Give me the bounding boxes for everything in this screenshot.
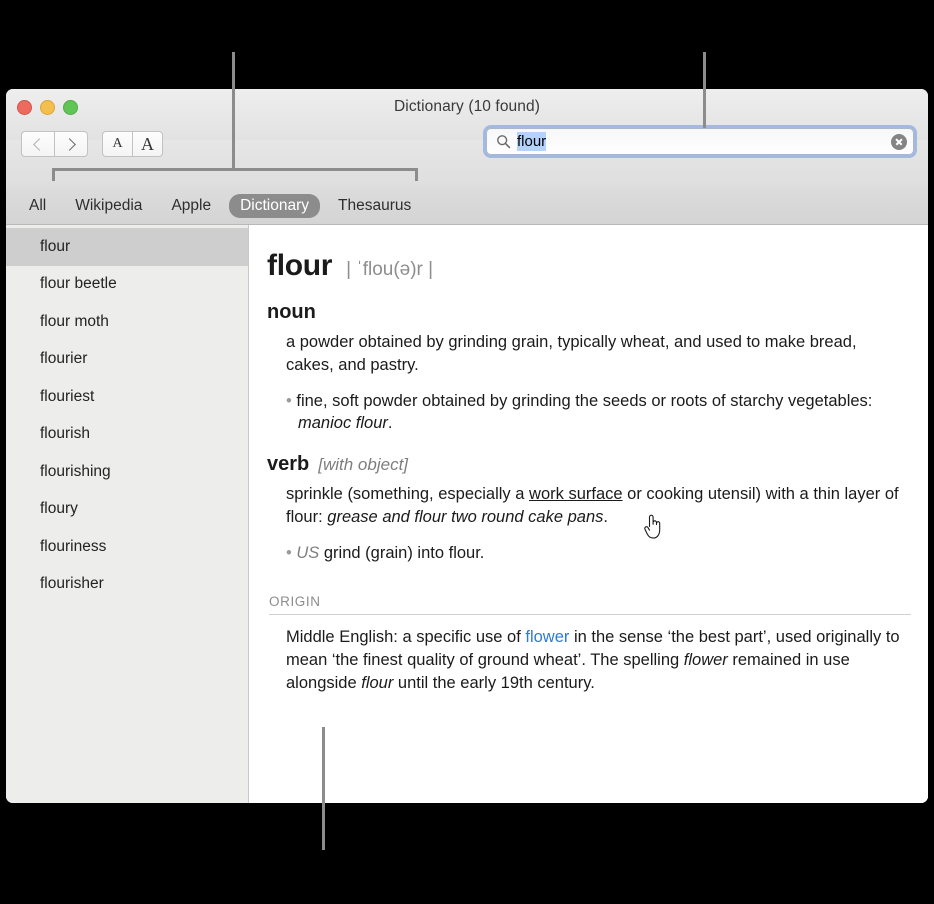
search-field[interactable]: flour bbox=[486, 128, 914, 155]
origin-divider bbox=[269, 614, 911, 616]
list-item[interactable]: flouriness bbox=[6, 528, 248, 566]
work-surface-link[interactable]: work surface bbox=[529, 485, 623, 503]
list-item[interactable]: flour bbox=[6, 228, 248, 266]
callout-line-source-tabs bbox=[232, 52, 235, 170]
clear-search-icon[interactable] bbox=[891, 133, 907, 150]
search-input-value: flour bbox=[517, 132, 547, 151]
origin-text: Middle English: a specific use of flower… bbox=[286, 626, 902, 694]
origin-text-part-1: Middle English: a specific use of bbox=[286, 628, 526, 647]
chevron-left-icon bbox=[33, 137, 46, 151]
list-item[interactable]: flourier bbox=[6, 341, 248, 379]
part-of-speech-label: verb bbox=[267, 453, 310, 476]
noun-subsense-1-text: fine, soft powder obtained by grinding t… bbox=[296, 391, 873, 410]
origin-text-part-4: until the early 19th century. bbox=[393, 673, 595, 692]
list-item[interactable]: flouriest bbox=[6, 378, 248, 416]
callout-line-definition-pane bbox=[322, 727, 325, 850]
callout-bracket-tick-left bbox=[52, 168, 55, 181]
verb-sense-1-pre: sprinkle (something, especially a bbox=[286, 485, 530, 504]
verb-sense-1: sprinkle (something, especially a work s… bbox=[286, 483, 902, 529]
source-tab-bar: All Wikipedia Apple Dictionary Thesaurus bbox=[6, 188, 928, 225]
part-of-speech-verb-row: verb [with object] bbox=[267, 453, 902, 476]
search-input[interactable]: flour bbox=[517, 132, 891, 151]
tab-thesaurus[interactable]: Thesaurus bbox=[327, 194, 422, 218]
flower-cross-reference-link[interactable]: flower bbox=[525, 628, 569, 646]
verb-sense-1-example: grease and flour two round cake pans bbox=[327, 507, 604, 526]
definition-pane: flour | ˈflou(ə)r | noun a powder obtain… bbox=[249, 225, 928, 803]
origin-heading: ORIGIN bbox=[269, 594, 321, 610]
increase-font-size-button[interactable]: A bbox=[132, 131, 163, 157]
origin-italic-1: flower bbox=[683, 651, 728, 670]
verb-subsense-1-text: grind (grain) into flour. bbox=[319, 543, 485, 562]
toolbar: A A flour bbox=[6, 128, 928, 188]
list-item[interactable]: flourish bbox=[6, 416, 248, 454]
tab-apple[interactable]: Apple bbox=[160, 194, 222, 218]
list-item[interactable]: flour moth bbox=[6, 303, 248, 341]
bullet-icon: • bbox=[286, 543, 297, 562]
bullet-icon: • bbox=[286, 391, 297, 410]
noun-subsense-1: • fine, soft powder obtained by grinding… bbox=[286, 390, 898, 436]
dictionary-window: Dictionary (10 found) A A flour All Wiki… bbox=[6, 89, 928, 803]
entry-header: flour | ˈflou(ə)r | bbox=[267, 249, 902, 283]
noun-sense-1: a powder obtained by grinding grain, typ… bbox=[286, 333, 857, 374]
forward-button[interactable] bbox=[54, 131, 88, 157]
list-item[interactable]: floury bbox=[6, 491, 248, 529]
tab-dictionary[interactable]: Dictionary bbox=[229, 194, 321, 218]
list-item[interactable]: flourishing bbox=[6, 453, 248, 491]
callout-bracket-tick-right bbox=[415, 168, 418, 181]
back-button[interactable] bbox=[21, 131, 54, 157]
origin-section: ORIGIN Middle English: a specific use of… bbox=[267, 594, 911, 694]
regional-label: US bbox=[296, 543, 320, 562]
verb-sense-1-tail: . bbox=[603, 507, 608, 526]
part-of-speech-label: noun bbox=[267, 301, 316, 323]
headword: flour bbox=[267, 249, 333, 282]
search-icon bbox=[497, 135, 511, 149]
part-of-speech-noun-row: noun bbox=[267, 301, 902, 324]
noun-subsense-1-tail: . bbox=[387, 414, 393, 433]
callout-line-search-field bbox=[703, 52, 706, 128]
verb-subsense-1: • US grind (grain) into flour. bbox=[286, 542, 898, 565]
window-title: Dictionary (10 found) bbox=[394, 98, 540, 115]
window-body: flour flour beetle flour moth flourier f… bbox=[6, 225, 928, 803]
callout-bracket-source-tabs bbox=[52, 168, 418, 171]
chevron-right-icon bbox=[63, 137, 76, 151]
noun-subsense-1-example: manioc flour bbox=[298, 414, 388, 433]
results-sidebar[interactable]: flour flour beetle flour moth flourier f… bbox=[6, 225, 249, 803]
pronunciation: | ˈflou(ə)r | bbox=[346, 259, 434, 280]
list-item[interactable]: flour beetle bbox=[6, 266, 248, 304]
tab-wikipedia[interactable]: Wikipedia bbox=[64, 194, 153, 218]
list-item[interactable]: flourisher bbox=[6, 566, 248, 604]
tab-all[interactable]: All bbox=[18, 194, 57, 218]
grammar-note: [with object] bbox=[318, 455, 409, 475]
origin-italic-2: flour bbox=[361, 673, 394, 692]
decrease-font-size-button[interactable]: A bbox=[102, 131, 132, 157]
navigation-button-group bbox=[21, 131, 88, 157]
font-size-button-group: A A bbox=[102, 131, 163, 157]
